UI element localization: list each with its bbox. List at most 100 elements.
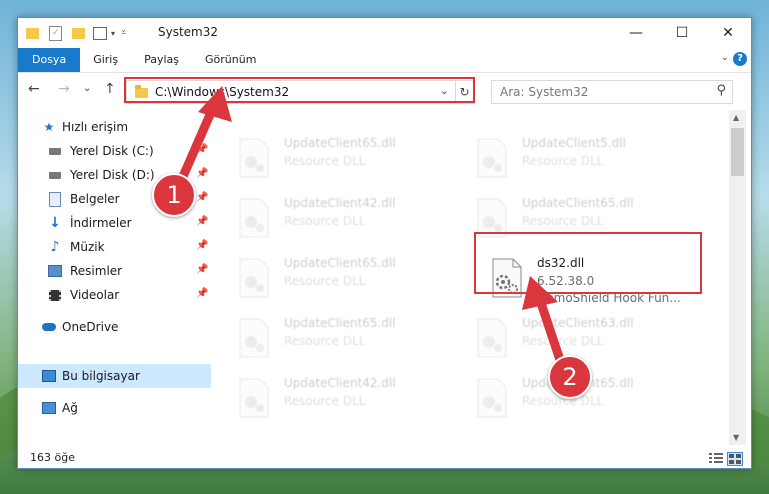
- file-name: UpdateClient42.dll: [284, 196, 396, 210]
- sidebar-item-label: Müzik: [70, 240, 105, 254]
- pin-icon[interactable]: 📌: [196, 144, 208, 155]
- file-item[interactable]: UpdateClient65.dll Resource DLL: [224, 132, 444, 186]
- status-bar: 163 öğe: [18, 447, 751, 468]
- sidebar-item-quick-access[interactable]: ★ Hızlı erişim: [18, 115, 211, 139]
- drive-icon: [48, 144, 62, 158]
- file-item[interactable]: UpdateClient65.dll Resource DLL: [224, 312, 444, 366]
- close-button[interactable]: ✕: [705, 18, 751, 48]
- pin-icon[interactable]: 📌: [196, 264, 208, 275]
- file-item[interactable]: UpdateClient5.dll Resource DLL: [462, 132, 682, 186]
- file-type: Resource DLL: [522, 154, 604, 168]
- star-icon: ★: [43, 120, 55, 134]
- tab-home[interactable]: Giriş: [80, 48, 131, 72]
- sidebar-item-onedrive[interactable]: OneDrive: [18, 315, 211, 339]
- sidebar-item-label: Ağ: [62, 401, 78, 415]
- documents-icon: [48, 191, 62, 207]
- up-button[interactable]: ↑: [104, 81, 116, 97]
- scrollbar-thumb[interactable]: [731, 128, 744, 176]
- sidebar-item-label: Belgeler: [70, 192, 120, 206]
- scroll-down-arrow[interactable]: ▼: [733, 433, 739, 442]
- address-highlight-box: [124, 77, 475, 103]
- chevron-down-icon[interactable]: ▾: [111, 29, 115, 38]
- network-icon: [42, 401, 56, 415]
- scroll-up-arrow[interactable]: ▲: [733, 113, 739, 122]
- computer-icon: [42, 369, 56, 383]
- file-type: Resource DLL: [284, 274, 366, 288]
- search-placeholder: Ara: System32: [500, 85, 589, 99]
- file-type: Resource DLL: [284, 154, 366, 168]
- sidebar-item-drive-c[interactable]: Yerel Disk (C:) 📌: [18, 139, 211, 163]
- minimize-button[interactable]: —: [613, 18, 659, 48]
- sidebar-item-videos[interactable]: Videolar 📌: [18, 283, 211, 307]
- file-name: UpdateClient65.dll: [284, 256, 396, 270]
- step-1-badge: 1: [152, 173, 196, 217]
- sidebar-item-label: Hızlı erişim: [62, 120, 129, 134]
- ribbon-expand-icon[interactable]: ⌄: [721, 52, 729, 63]
- window-title: System32: [158, 25, 219, 39]
- dll-file-icon: [239, 378, 269, 418]
- pin-icon[interactable]: 📌: [196, 168, 208, 179]
- file-name: UpdateClient65.dll: [522, 196, 634, 210]
- tab-share[interactable]: Paylaş: [131, 48, 192, 72]
- navigation-pane: ★ Hızlı erişim Yerel Disk (C:) 📌 Yerel D…: [18, 110, 211, 445]
- pin-icon[interactable]: 📌: [196, 240, 208, 251]
- step-2-badge: 2: [548, 355, 592, 399]
- file-type: Resource DLL: [284, 394, 366, 408]
- details-view-icon[interactable]: [709, 452, 723, 464]
- file-name: UpdateClient63.dll: [522, 316, 634, 330]
- item-count: 163 öğe: [30, 451, 75, 464]
- maximize-button[interactable]: ☐: [659, 18, 705, 48]
- tab-file[interactable]: Dosya: [18, 48, 81, 72]
- recent-locations-button[interactable]: ⌄: [83, 83, 91, 94]
- navigation-bar: ← → ⌄ ↑ C:\Windows\System32 ⌄ ↻ Ara: Sys…: [18, 73, 751, 107]
- pin-icon[interactable]: 📌: [196, 288, 208, 299]
- music-icon: ♪: [50, 239, 60, 255]
- dll-file-icon: [239, 138, 269, 178]
- file-name: UpdateClient5.dll: [522, 136, 626, 150]
- view-options-icon[interactable]: [93, 26, 107, 40]
- properties-icon[interactable]: ✓: [49, 25, 62, 41]
- sidebar-item-pictures[interactable]: Resimler 📌: [18, 259, 211, 283]
- quick-access-toolbar: ✓ ▾ ⩡: [26, 24, 126, 42]
- new-folder-icon[interactable]: [72, 27, 85, 39]
- folder-icon[interactable]: [26, 27, 39, 39]
- file-type: Resource DLL: [284, 334, 366, 348]
- back-button[interactable]: ←: [28, 81, 40, 97]
- file-type: Resource DLL: [522, 334, 604, 348]
- file-type: Resource DLL: [284, 214, 366, 228]
- cloud-icon: [42, 320, 56, 334]
- title-bar: ✓ ▾ ⩡ System32 — ☐ ✕: [18, 18, 751, 48]
- sidebar-item-label: Resimler: [70, 264, 123, 278]
- pin-icon[interactable]: 📌: [196, 192, 208, 203]
- dll-file-icon: [477, 318, 507, 358]
- file-item[interactable]: UpdateClient42.dll Resource DLL: [224, 192, 444, 246]
- sidebar-item-network[interactable]: Ağ: [18, 396, 211, 420]
- sidebar-item-music[interactable]: ♪ Müzik 📌: [18, 235, 211, 259]
- sidebar-item-label: Videolar: [70, 288, 120, 302]
- sidebar-item-label: Bu bilgisayar: [62, 369, 140, 383]
- pin-icon[interactable]: 📌: [196, 216, 208, 227]
- forward-button[interactable]: →: [58, 81, 70, 97]
- sidebar-item-label: Yerel Disk (D:): [70, 168, 155, 182]
- drive-icon: [48, 168, 62, 182]
- file-item[interactable]: UpdateClient42.dll Resource DLL: [224, 372, 444, 426]
- tiles-view-icon[interactable]: [727, 452, 743, 466]
- file-name: UpdateClient65.dll: [284, 136, 396, 150]
- search-input[interactable]: Ara: System32 ⚲: [491, 80, 733, 104]
- file-name: UpdateClient42.dll: [284, 376, 396, 390]
- sidebar-item-label: Yerel Disk (C:): [70, 144, 154, 158]
- videos-icon: [48, 288, 62, 302]
- file-highlight-box: [474, 232, 702, 294]
- pictures-icon: [48, 264, 62, 278]
- tab-view[interactable]: Görünüm: [192, 48, 269, 72]
- sidebar-item-this-pc[interactable]: Bu bilgisayar: [18, 364, 211, 388]
- file-type: Resource DLL: [522, 214, 604, 228]
- help-icon[interactable]: ?: [733, 52, 747, 66]
- dll-file-icon: [239, 198, 269, 238]
- customize-icon[interactable]: ⩡: [121, 28, 126, 38]
- dll-file-icon: [477, 378, 507, 418]
- file-item[interactable]: UpdateClient65.dll Resource DLL: [224, 252, 444, 306]
- vertical-scrollbar[interactable]: ▲ ▼: [729, 110, 746, 445]
- file-name: UpdateClient65.dll: [284, 316, 396, 330]
- dll-file-icon: [239, 258, 269, 298]
